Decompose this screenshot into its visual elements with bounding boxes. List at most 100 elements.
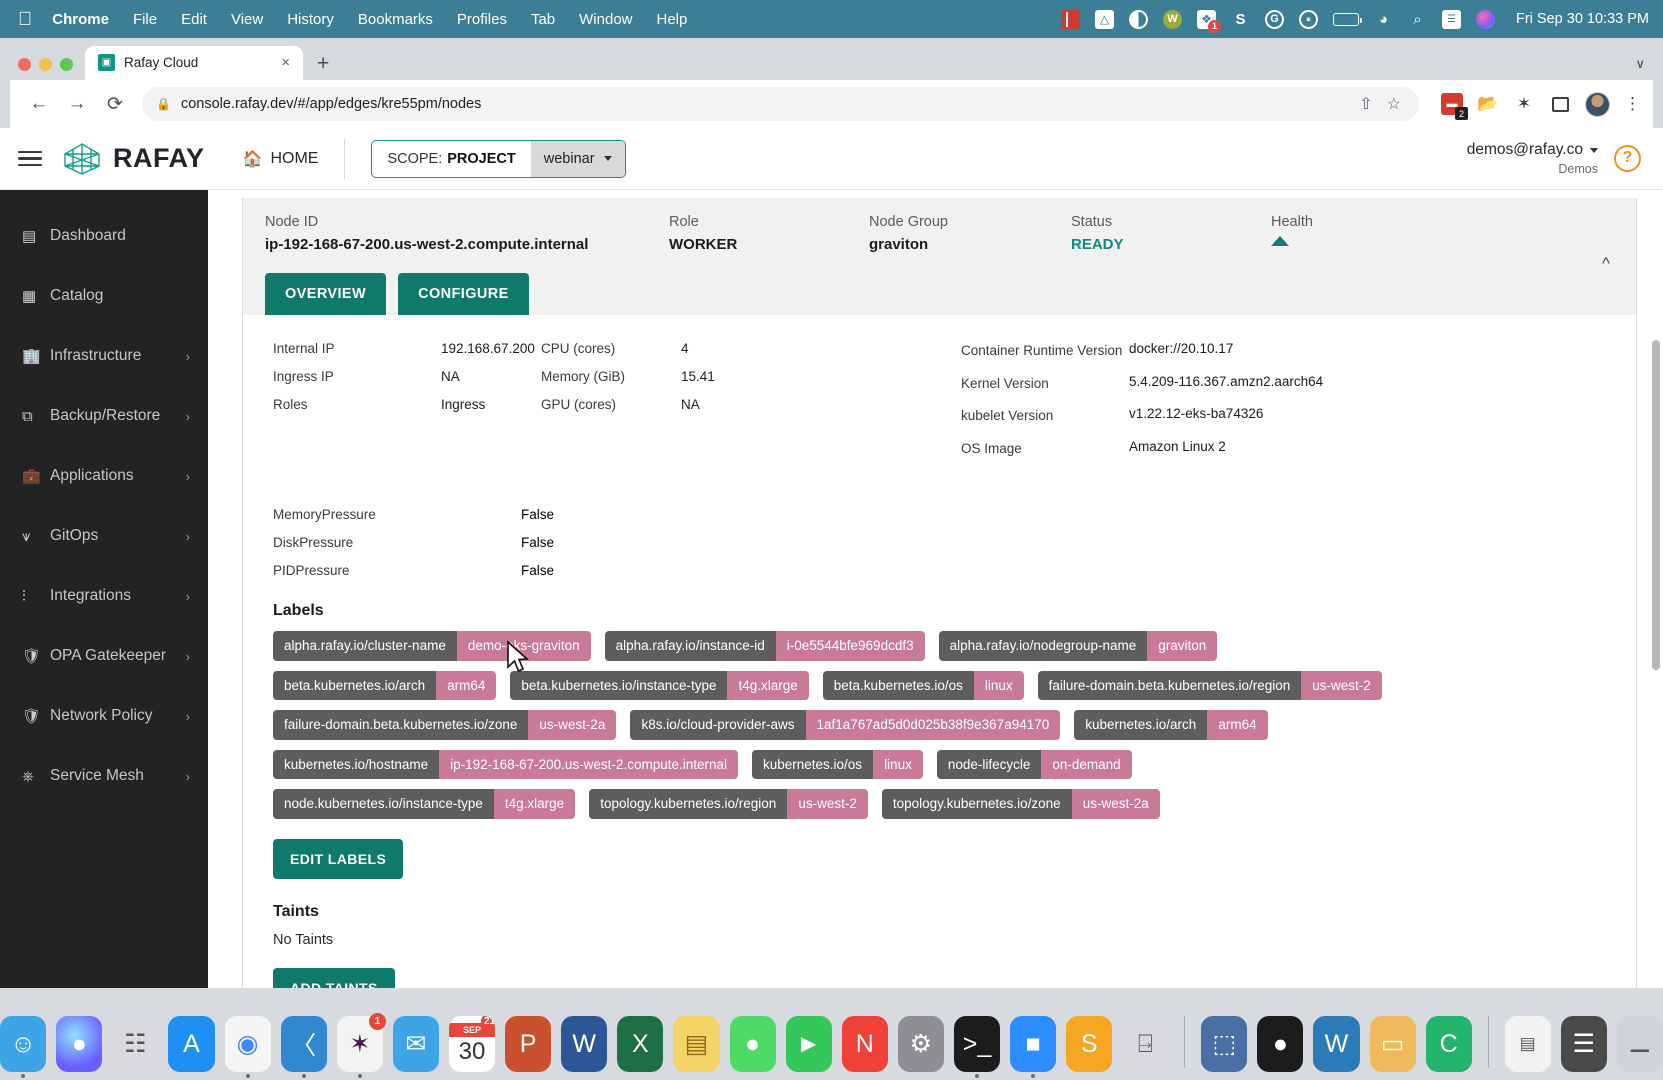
finder-icon[interactable]: ☺ xyxy=(0,1016,47,1078)
label-chip[interactable]: kubernetes.io/arch arm64 xyxy=(1074,710,1268,740)
zoom-icon[interactable]: ■ xyxy=(1010,1016,1057,1078)
adobe-icon[interactable]: △ xyxy=(1095,9,1114,29)
screen-recorder-icon[interactable] xyxy=(1061,9,1080,29)
sidebar-item-network-policy[interactable]: 🛡 Network Policy › xyxy=(0,686,208,746)
word-icon[interactable]: W xyxy=(561,1016,608,1072)
sidebar-item-backup-restore[interactable]: ⧉ Backup/Restore › xyxy=(0,386,208,446)
control-center-icon[interactable]: ☰ xyxy=(1442,9,1461,29)
close-tab-button[interactable]: × xyxy=(278,54,293,71)
notes-icon[interactable]: ▤ xyxy=(673,1016,720,1072)
help-icon[interactable]: ? xyxy=(1614,144,1641,172)
menu-tab[interactable]: Tab xyxy=(531,11,555,28)
sidebar-item-service-mesh[interactable]: ⎈ Service Mesh › xyxy=(0,746,208,806)
edit-labels-button[interactable]: EDIT LABELS xyxy=(273,838,404,879)
sidebar-item-catalog[interactable]: ▦ Catalog xyxy=(0,266,208,326)
label-chip[interactable]: beta.kubernetes.io/instance-type t4g.xlar… xyxy=(510,670,809,701)
label-chip[interactable]: node.kubernetes.io/instance-type t4g.xlar… xyxy=(273,789,576,819)
close-window-button[interactable] xyxy=(18,58,31,71)
news-icon[interactable]: N xyxy=(841,1016,888,1072)
battery-icon[interactable] xyxy=(1333,12,1362,26)
menu-bookmarks[interactable]: Bookmarks xyxy=(358,11,433,28)
content-scrollbar[interactable] xyxy=(1652,190,1661,988)
menu-chrome[interactable]: Chrome xyxy=(52,11,109,28)
label-chip[interactable]: kubernetes.io/hostname ip-192-168-67-200.… xyxy=(273,749,738,780)
slack-icon[interactable]: ✶ 1 xyxy=(336,1013,386,1078)
new-tab-button[interactable]: + xyxy=(303,53,341,80)
google-drive-icon[interactable]: 📂 xyxy=(1477,93,1499,115)
side-panel-icon[interactable] xyxy=(1549,93,1571,115)
chevron-up-icon[interactable]: ^ xyxy=(1602,254,1610,274)
sublime-icon[interactable]: S xyxy=(1066,1016,1113,1072)
vpn-lock-icon[interactable]: ● xyxy=(1299,9,1318,29)
grammarly-g-icon[interactable]: G xyxy=(1265,9,1284,29)
add-taints-button[interactable]: ADD TAINTS xyxy=(273,967,395,988)
menu-profiles[interactable]: Profiles xyxy=(457,11,507,28)
browser-tab[interactable]: ▣ Rafay Cloud × xyxy=(85,46,303,80)
chrome-icon[interactable]: ◉ xyxy=(224,1016,271,1078)
apple-icon[interactable]:  xyxy=(18,10,32,29)
label-chip[interactable]: beta.kubernetes.io/os linux xyxy=(822,670,1024,701)
tab-overview[interactable]: OVERVIEW xyxy=(265,273,387,315)
excel-icon[interactable]: X xyxy=(617,1016,664,1072)
share-icon[interactable]: ⇧ xyxy=(1359,94,1372,114)
scrollbar-thumb[interactable] xyxy=(1652,340,1660,670)
sidebar-item-applications[interactable]: 💼 Applications › xyxy=(0,446,208,506)
wordpress-icon[interactable]: W xyxy=(1313,1016,1360,1072)
sidebar-item-dashboard[interactable]: ▤ Dashboard xyxy=(0,206,208,266)
home-link[interactable]: 🏠 HOME xyxy=(243,149,319,169)
vscode-icon[interactable]: 〈 xyxy=(280,1016,327,1078)
screenshot-icon[interactable]: ⬚ xyxy=(1201,1016,1248,1072)
menu-file[interactable]: File xyxy=(133,11,157,28)
trash-icon[interactable]: ⚊ xyxy=(1616,1016,1663,1072)
spotlight-search-icon[interactable]: ⌕ xyxy=(1408,10,1427,29)
minimize-window-button[interactable] xyxy=(39,58,52,71)
document-icon[interactable]: ▤ xyxy=(1504,1016,1551,1072)
menu-history[interactable]: History xyxy=(287,11,334,28)
menu-bar-clock[interactable]: Fri Sep 30 10:33 PM xyxy=(1516,11,1649,27)
siri-icon[interactable]: ● xyxy=(56,1016,103,1072)
screencast-extension-icon[interactable]: ▬ 2 xyxy=(1441,93,1468,120)
label-chip[interactable]: alpha.rafay.io/cluster-name demo-eks-grav… xyxy=(273,631,591,661)
sketch-icon[interactable]: S xyxy=(1231,10,1250,29)
menu-view[interactable]: View xyxy=(231,11,263,28)
menu-edit[interactable]: Edit xyxy=(181,11,207,28)
facetime-icon[interactable]: ► xyxy=(785,1016,832,1072)
forward-button[interactable]: → xyxy=(60,87,94,121)
label-chip[interactable]: alpha.rafay.io/nodegroup-name graviton xyxy=(938,631,1218,661)
maximize-window-button[interactable] xyxy=(60,58,73,71)
menu-help[interactable]: Help xyxy=(657,11,688,28)
menu-window[interactable]: Window xyxy=(579,11,632,28)
address-bar[interactable]: 🔒 console.rafay.dev/#/app/edges/kre55pm/… xyxy=(142,87,1419,121)
label-chip[interactable]: alpha.rafay.io/instance-id i-0e5544bfe969… xyxy=(604,631,925,661)
hamburger-icon[interactable] xyxy=(18,150,42,167)
wifi-icon[interactable]: ◕ xyxy=(1374,10,1393,29)
calculator-icon[interactable]: C xyxy=(1425,1016,1472,1072)
sidebar-item-gitops[interactable]: ⩛ GitOps › xyxy=(0,506,208,566)
tab-configure[interactable]: CONFIGURE xyxy=(398,273,529,315)
label-chip[interactable]: k8s.io/cloud-provider-aws 1af1a767ad5d0d0… xyxy=(630,710,1061,740)
back-button[interactable]: ← xyxy=(22,87,56,121)
mail-icon[interactable]: ✉ xyxy=(392,1016,439,1072)
label-chip[interactable]: node-lifecycle on-demand xyxy=(936,749,1132,780)
scope-selector[interactable]: SCOPE: PROJECT webinar xyxy=(371,139,626,178)
rafay-logo[interactable]: RAFAY xyxy=(62,142,205,176)
siri-icon[interactable] xyxy=(1476,9,1495,29)
label-chip[interactable]: beta.kubernetes.io/arch arm64 xyxy=(273,670,497,701)
folder-icon[interactable]: ▭ xyxy=(1369,1016,1416,1072)
sidebar-item-infrastructure[interactable]: 🏢 Infrastructure › xyxy=(0,326,208,386)
grammarly-icon[interactable]: W xyxy=(1163,9,1182,29)
extensions-puzzle-icon[interactable]: ✶ xyxy=(1513,93,1535,115)
launchpad-icon[interactable]: ☷ xyxy=(112,1016,159,1072)
chrome-menu-kebab-icon[interactable]: ⋮ xyxy=(1624,94,1641,114)
scope-value-dropdown[interactable]: webinar xyxy=(530,140,625,177)
app-store-icon[interactable]: A xyxy=(168,1016,215,1072)
sidebar-item-integrations[interactable]: ⫶ Integrations › xyxy=(0,566,208,626)
bookmark-star-icon[interactable]: ☆ xyxy=(1387,94,1401,114)
powerpoint-icon[interactable]: P xyxy=(505,1016,552,1072)
label-chip[interactable]: topology.kubernetes.io/region us-west-2 xyxy=(589,789,868,819)
reload-button[interactable]: ⟳ xyxy=(98,87,132,121)
downloads-folder-icon[interactable]: ☰ xyxy=(1560,1016,1607,1072)
messages-icon[interactable]: ● xyxy=(729,1016,776,1072)
label-chip[interactable]: topology.kubernetes.io/zone us-west-2a xyxy=(881,789,1160,819)
terminal-icon[interactable]: >_ xyxy=(953,1016,1001,1078)
